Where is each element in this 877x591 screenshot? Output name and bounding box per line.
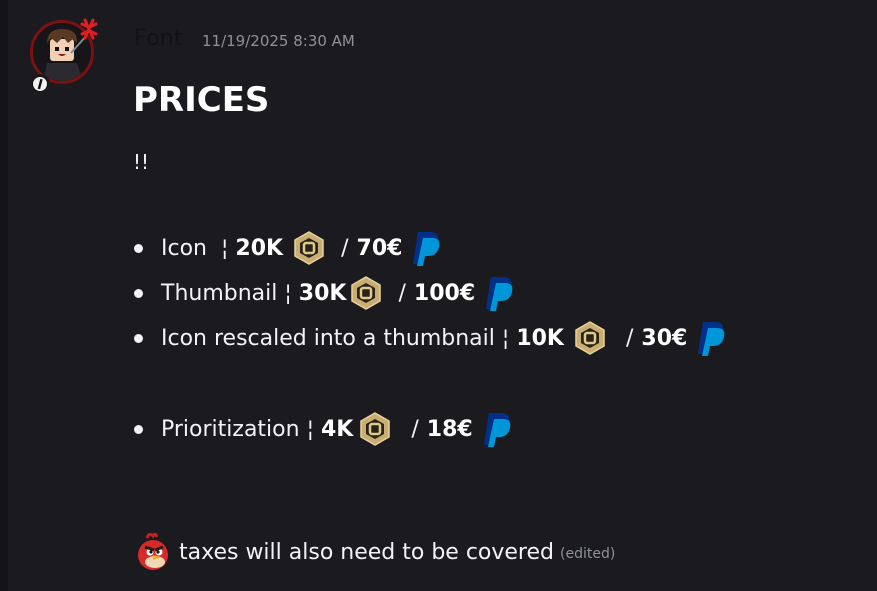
price-slash: /: [625, 325, 634, 351]
robux-price: 20K: [235, 235, 284, 261]
item-separator: ¦: [284, 280, 292, 306]
message-heading: PRICES: [133, 80, 270, 120]
euro-price: 100€: [413, 280, 476, 306]
edited-label[interactable]: (edited): [560, 546, 615, 562]
euro-price: 70€: [356, 235, 403, 261]
angry-bird-emoji[interactable]: [133, 532, 173, 572]
item-label: Icon rescaled into a thumbnail: [161, 325, 495, 351]
item-label: Icon: [161, 235, 207, 261]
bullet: [134, 244, 143, 253]
item-label: Thumbnail: [161, 280, 278, 306]
message-footer: taxes will also need to be covered (edit…: [133, 532, 615, 572]
bullet: [134, 289, 143, 298]
avatar[interactable]: [28, 18, 100, 94]
item-separator: ¦: [306, 416, 314, 442]
robux-price: 4K: [321, 416, 354, 442]
paypal-icon[interactable]: [481, 411, 513, 447]
euro-price: 18€: [426, 416, 473, 442]
euro-price: 30€: [641, 325, 688, 351]
paypal-icon[interactable]: [483, 275, 515, 311]
item-separator: ¦: [501, 325, 510, 351]
item-separator: ¦: [221, 235, 229, 261]
paypal-icon[interactable]: [695, 320, 727, 356]
status-badge: [30, 74, 50, 94]
price-slash: /: [341, 235, 349, 261]
author-name[interactable]: Font: [134, 26, 183, 51]
bullet: [134, 334, 143, 343]
angry-mark-icon: [80, 18, 98, 40]
paypal-icon[interactable]: [410, 230, 442, 266]
item-label: Prioritization: [161, 416, 300, 442]
robux-price: 30K: [298, 280, 347, 306]
robux-price: 10K: [516, 325, 564, 351]
message-timestamp[interactable]: 11/19/2025 8:30 AM: [202, 32, 355, 50]
robux-icon[interactable]: [291, 230, 327, 266]
price-slash: /: [411, 416, 419, 442]
message-exclaim: !!: [133, 150, 150, 174]
left-rail: [0, 0, 8, 591]
bullet: [134, 425, 143, 434]
robux-icon[interactable]: [572, 320, 608, 356]
footer-text: taxes will also need to be covered: [179, 539, 554, 565]
price-slash: /: [398, 280, 406, 306]
robux-icon[interactable]: [357, 411, 393, 447]
robux-icon[interactable]: [348, 275, 384, 311]
